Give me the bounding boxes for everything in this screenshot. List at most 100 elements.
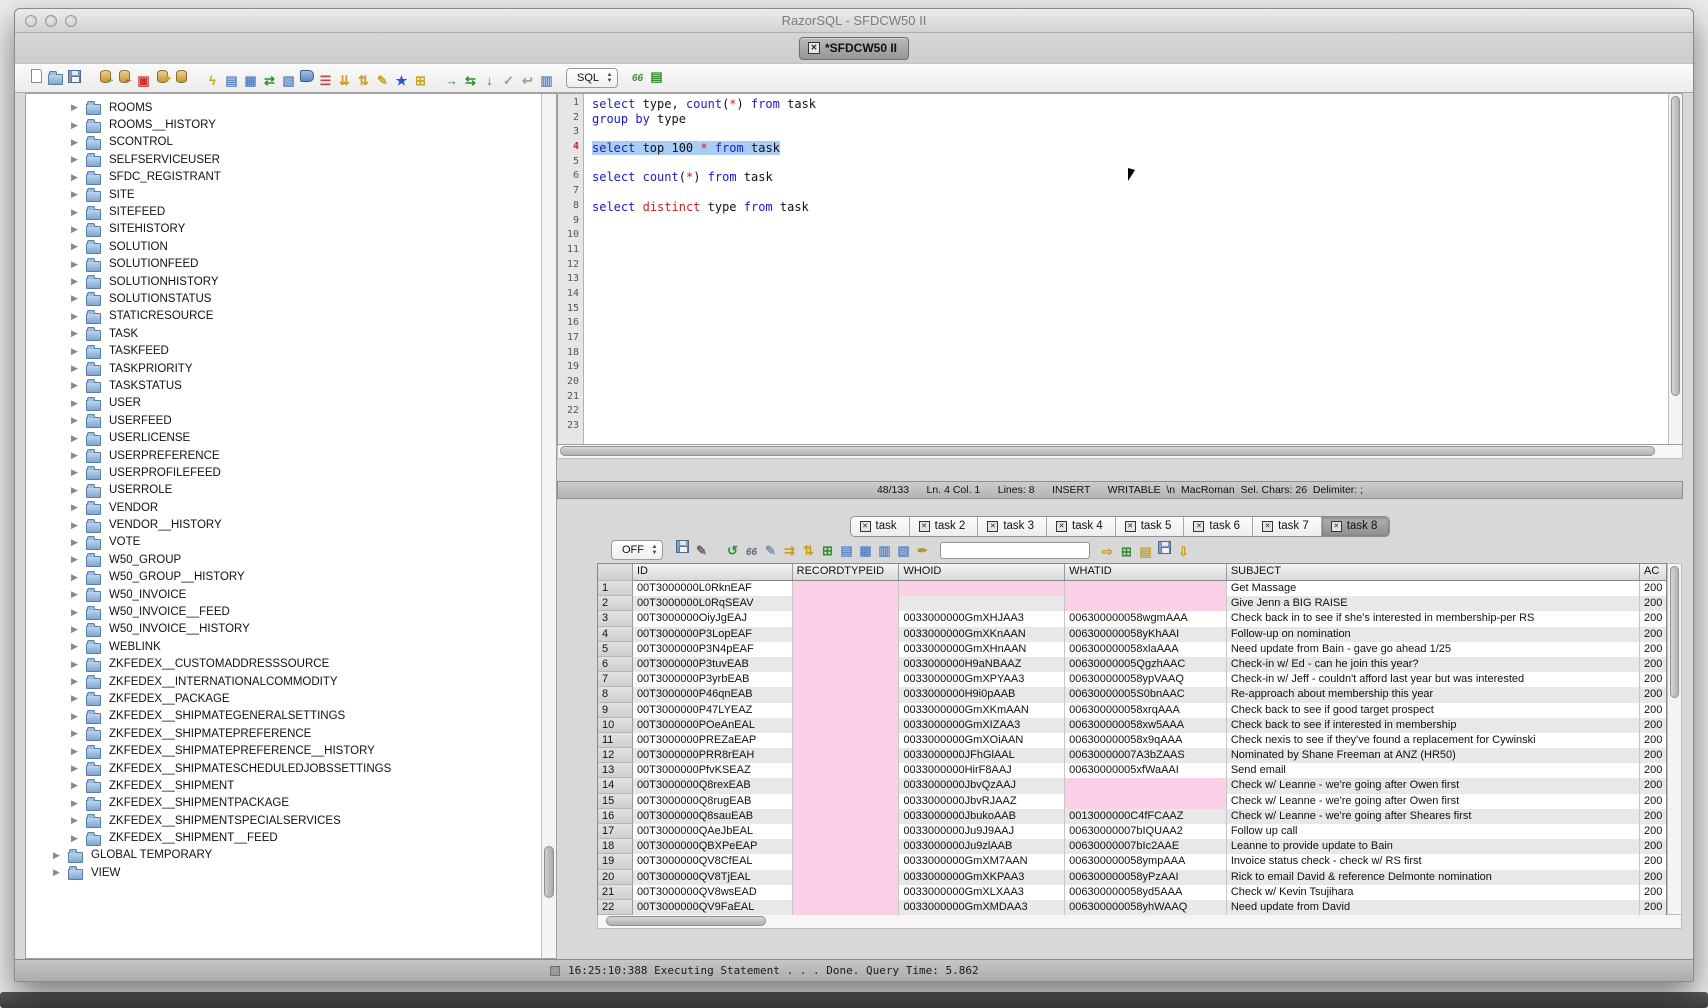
close-tab-icon[interactable]: ✕ — [1193, 521, 1204, 532]
tree-item-w50_group[interactable]: ▶W50_GROUP — [26, 551, 556, 568]
export-table-icon[interactable]: ⊞ — [1117, 543, 1136, 561]
edit-cell-icon[interactable]: ✎ — [761, 542, 780, 560]
new-window-icon[interactable]: ▦ — [856, 542, 875, 560]
table-cell-whoid[interactable]: 0033000000GmXPYAA3 — [899, 672, 1065, 687]
row-number-cell[interactable]: 10 — [598, 718, 633, 733]
close-window-button[interactable] — [25, 15, 37, 27]
editor-scrollbar-thumb[interactable] — [1671, 96, 1680, 396]
table-cell-id[interactable]: 00T3000000PRR8rEAH — [633, 748, 793, 763]
table-cell-whoid[interactable]: 0033000000GmXHJAA3 — [899, 611, 1065, 626]
row-number-cell[interactable]: 2 — [598, 596, 633, 611]
table-cell-recordtypeid[interactable] — [793, 763, 900, 778]
results-tab-task-7[interactable]: ✕task 7 — [1253, 517, 1322, 536]
table-cell-whoid[interactable]: 0033000000HirF8AAJ — [899, 763, 1065, 778]
row-limit-select[interactable]: OFF ▲▼ — [611, 540, 663, 560]
tree-item-w50_invoice__feed[interactable]: ▶W50_INVOICE__FEED — [26, 603, 556, 620]
row-number-cell[interactable]: 22 — [598, 900, 633, 915]
save-results-icon[interactable] — [676, 540, 689, 553]
table-cell-recordtypeid[interactable] — [793, 703, 900, 718]
table-cell-subject[interactable]: Check-in w/ Ed - can he join this year? — [1227, 657, 1640, 672]
results-tab-task-8[interactable]: ✕task 8 — [1322, 517, 1390, 536]
check-syntax-icon[interactable]: ✓ — [499, 72, 518, 90]
tree-item-staticresource[interactable]: ▶STATICRESOURCE — [26, 308, 556, 325]
table-cell-ac[interactable]: 200 — [1640, 581, 1666, 596]
table-cell-subject[interactable]: Re-approach about membership this year — [1227, 687, 1640, 702]
table-cell-whatid[interactable]: 006300000058xw5AAA — [1065, 718, 1227, 733]
disclosure-triangle-icon[interactable]: ▶ — [69, 780, 80, 791]
results-search-input[interactable] — [940, 542, 1090, 559]
row-number-cell[interactable]: 6 — [598, 657, 633, 672]
tree-item-rooms[interactable]: ▶ROOMS — [26, 99, 556, 116]
table-cell-whoid[interactable]: 0033000000GmXKnAAN — [899, 627, 1065, 642]
spacing-icon[interactable]: ⇅ — [354, 72, 373, 90]
disclosure-triangle-icon[interactable]: ▶ — [69, 433, 80, 444]
describe-form-icon[interactable]: ▤ — [222, 72, 241, 90]
table-cell-ac[interactable]: 200 — [1640, 733, 1666, 748]
table-row[interactable]: 2100T3000000QV8wsEAD0033000000GmXLXAA300… — [598, 885, 1666, 900]
table-cell-recordtypeid[interactable] — [793, 733, 900, 748]
table-cell-whoid[interactable]: 0033000000GmXKmAAN — [899, 703, 1065, 718]
table-cell-whatid[interactable]: 00630000005QgzhAAC — [1065, 657, 1227, 672]
table-cell-whoid[interactable]: 0033000000H9i0pAAB — [899, 687, 1065, 702]
row-number-cell[interactable]: 8 — [598, 687, 633, 702]
tree-item-zkfedex__shipmentspecialservices[interactable]: ▶ZKFEDEX__SHIPMENTSPECIALSERVICES — [26, 812, 556, 829]
table-cell-ac[interactable]: 200 — [1640, 778, 1666, 793]
table-row[interactable]: 700T3000000P3yrbEAB0033000000GmXPYAA3006… — [598, 672, 1666, 687]
tree-item-w50_invoice[interactable]: ▶W50_INVOICE — [26, 586, 556, 603]
table-cell-ac[interactable]: 200 — [1640, 809, 1666, 824]
table-row[interactable]: 2200T3000000QV9FaEAL0033000000GmXMDAA300… — [598, 900, 1666, 915]
code-line[interactable] — [592, 361, 1668, 376]
table-cell-whatid[interactable]: 00630000007bIc2AAE — [1065, 839, 1227, 854]
table-row[interactable]: 500T3000000P3N4pEAF0033000000GmXHnAAN006… — [598, 642, 1666, 657]
table-cell-ac[interactable]: 200 — [1640, 596, 1666, 611]
disclosure-triangle-icon[interactable]: ▶ — [69, 154, 80, 165]
table-cell-subject[interactable]: Need update from Bain - gave go ahead 1/… — [1227, 642, 1640, 657]
results-tab-task-4[interactable]: ✕task 4 — [1047, 517, 1116, 536]
execute-down-icon[interactable]: ↓ — [480, 72, 499, 90]
table-row[interactable]: 1100T3000000PREZaEAP0033000000GmXOiAAN00… — [598, 733, 1666, 748]
table-cell-subject[interactable]: Check back to see if interested in membe… — [1227, 718, 1640, 733]
table-cell-recordtypeid[interactable] — [793, 642, 900, 657]
table-cell-whatid[interactable]: 006300000058xlaAAA — [1065, 642, 1227, 657]
new-file-icon[interactable] — [31, 69, 42, 83]
table-row[interactable]: 600T3000000P3tuvEAB0033000000H9aNBAAZ006… — [598, 657, 1666, 672]
filter-pencil-icon[interactable]: ✎ — [692, 542, 711, 560]
code-line[interactable] — [592, 332, 1668, 347]
table-cell-whatid[interactable] — [1065, 794, 1227, 809]
minimize-window-button[interactable] — [45, 15, 57, 27]
table-cell-subject[interactable]: Check nexis to see if they've found a re… — [1227, 733, 1640, 748]
database-icon[interactable] — [176, 70, 187, 83]
tree-item-zkfedex__shipmatepreference[interactable]: ▶ZKFEDEX__SHIPMATEPREFERENCE — [26, 725, 556, 742]
table-row[interactable]: 1600T3000000Q8sauEAB0033000000JbukoAAB00… — [598, 809, 1666, 824]
table-row[interactable]: 100T3000000L0RknEAFGet Massage200 — [598, 581, 1666, 596]
disclosure-triangle-icon[interactable]: ▶ — [69, 120, 80, 131]
code-line[interactable] — [592, 229, 1668, 244]
close-tab-icon[interactable]: ✕ — [1262, 521, 1273, 532]
code-line[interactable]: select distinct type from task — [592, 200, 1668, 215]
row-number-cell[interactable]: 18 — [598, 839, 633, 854]
tree-item-userfeed[interactable]: ▶USERFEED — [26, 412, 556, 429]
disclosure-triangle-icon[interactable]: ▶ — [69, 502, 80, 513]
disclosure-triangle-icon[interactable]: ▶ — [51, 867, 62, 878]
table-cell-subject[interactable]: Check w/ Kevin Tsujihara — [1227, 885, 1640, 900]
disclosure-triangle-icon[interactable]: ▶ — [69, 746, 80, 757]
code-line[interactable] — [592, 317, 1668, 332]
table-cell-ac[interactable]: 200 — [1640, 672, 1666, 687]
table-cell-ac[interactable]: 200 — [1640, 718, 1666, 733]
code-line[interactable] — [592, 303, 1668, 318]
table-cell-ac[interactable]: 200 — [1640, 854, 1666, 869]
table-cell-recordtypeid[interactable] — [793, 778, 900, 793]
tree-item-userlicense[interactable]: ▶USERLICENSE — [26, 429, 556, 446]
tree-scrollbar-thumb[interactable] — [544, 846, 554, 898]
table-cell-id[interactable]: 00T3000000QV8CfEAL — [633, 854, 793, 869]
column-header-subject[interactable]: SUBJECT — [1227, 564, 1640, 581]
results-list-icon[interactable]: ▤ — [647, 68, 666, 86]
table-row[interactable]: 1400T3000000Q8rexEAB0033000000JbvQzAAJCh… — [598, 778, 1666, 793]
find-glasses-icon[interactable]: 66 — [628, 70, 647, 88]
tree-item-selfserviceuser[interactable]: ▶SELFSERVICEUSER — [26, 151, 556, 168]
close-tab-icon[interactable]: ✕ — [860, 521, 871, 532]
refresh-results-icon[interactable]: ↺ — [723, 542, 742, 560]
disclosure-triangle-icon[interactable]: ▶ — [69, 815, 80, 826]
row-number-cell[interactable]: 19 — [598, 854, 633, 869]
tree-item-taskstatus[interactable]: ▶TASKSTATUS — [26, 377, 556, 394]
